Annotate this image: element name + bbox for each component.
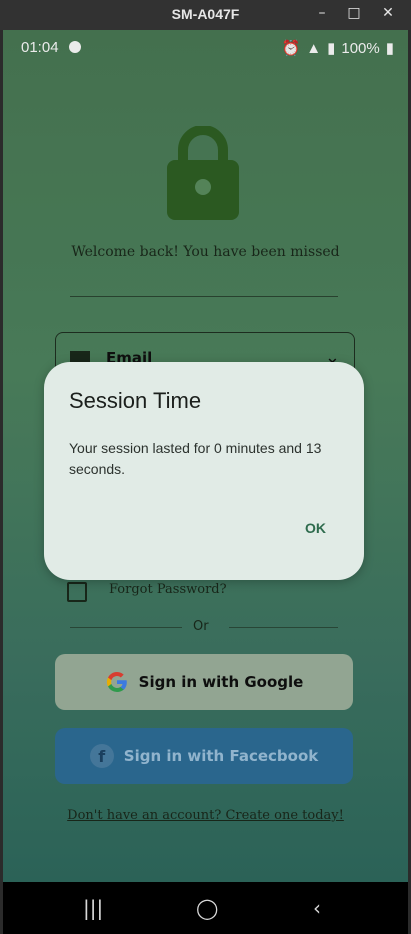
dialog-title: Session Time <box>69 388 202 413</box>
window-title-bar: SM-A047F – □ ✕ <box>0 0 411 30</box>
maximize-button[interactable]: □ <box>344 5 364 21</box>
android-nav-bar: ||| ◯ ‹ <box>3 882 408 934</box>
back-button[interactable]: ‹ <box>313 896 321 920</box>
dialog-message: Your session lasted for 0 minutes and 13… <box>69 440 322 477</box>
close-button[interactable]: ✕ <box>378 5 398 21</box>
session-time-dialog: Session Time Your session lasted for 0 m… <box>44 362 364 580</box>
recents-button[interactable]: ||| <box>83 896 103 920</box>
phone-screen: 01:04 ⏰ ▲ ▮ 100% ▮ Welcome back! You hav… <box>3 30 408 882</box>
minimize-button[interactable]: – <box>312 5 332 21</box>
home-button[interactable]: ◯ <box>196 896 218 920</box>
ok-button[interactable]: OK <box>305 520 326 536</box>
